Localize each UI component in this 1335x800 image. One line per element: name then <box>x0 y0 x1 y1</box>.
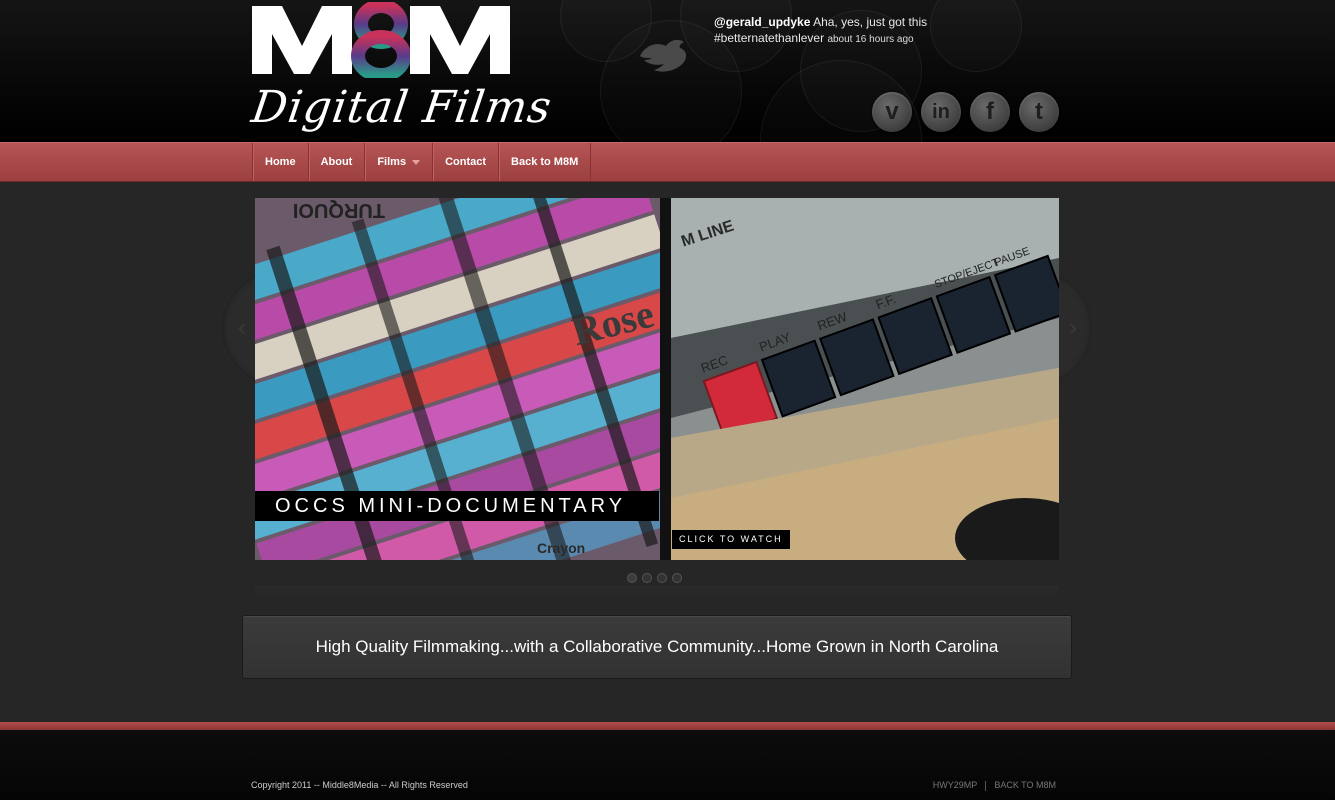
nav-item-back-to-m8m[interactable]: Back to M8M <box>499 143 592 181</box>
site-logo[interactable]: Digital Films <box>248 2 555 133</box>
copyright-text: Copyright 2011 -- Middle8Media -- All Ri… <box>251 780 468 790</box>
footer-link-hwy29mp[interactable]: HWY29MP <box>933 780 978 790</box>
featured-slide[interactable]: TURQUOI Rose Crayon REC PLAY REW F.F. ST… <box>255 198 1059 560</box>
vimeo-icon[interactable]: v <box>872 92 912 132</box>
slider-pagination <box>627 573 682 583</box>
linkedin-icon[interactable]: in <box>921 92 961 132</box>
slide-caption: OCCS MINI-DOCUMENTARY <box>255 491 659 521</box>
nav-item-about[interactable]: About <box>309 143 366 181</box>
click-to-watch-button[interactable]: CLICK TO WATCH <box>672 530 790 549</box>
twitter-glyph: t <box>1035 98 1043 125</box>
tweet-timestamp[interactable]: about 16 hours ago <box>827 34 913 45</box>
main-navbar: Home About Films Contact Back to M8M <box>0 142 1335 182</box>
footer-link-separator <box>985 780 987 791</box>
logo-mark <box>252 2 510 78</box>
main-nav: Home About Films Contact Back to M8M <box>252 143 592 181</box>
slider-dot[interactable] <box>657 573 667 583</box>
footer-links: HWY29MP BACK TO M8M <box>933 780 1056 791</box>
nav-item-films-label: Films <box>377 156 407 168</box>
nav-item-home[interactable]: Home <box>253 143 309 181</box>
dropdown-caret-icon <box>412 159 421 165</box>
footer-accent-bar <box>0 722 1335 730</box>
twitter-icon[interactable]: t <box>1019 92 1059 132</box>
nav-item-contact[interactable]: Contact <box>433 143 500 181</box>
slider-dot[interactable] <box>672 573 682 583</box>
logo-script-text: Digital Films <box>248 82 556 133</box>
slider-dot[interactable] <box>642 573 652 583</box>
twitter-bird-icon <box>640 39 687 72</box>
tweet-user-link[interactable]: @gerald_updyke <box>714 15 810 29</box>
slider-next-arrow-icon[interactable]: › <box>1055 308 1091 348</box>
footer-link-back-to-m8m[interactable]: BACK TO M8M <box>994 780 1056 790</box>
crayon-top-label: TURQUOI <box>293 199 385 221</box>
crayon-bottom-label: Crayon <box>537 540 585 556</box>
linkedin-glyph: in <box>932 101 950 123</box>
slider-dot[interactable] <box>627 573 637 583</box>
vimeo-glyph: v <box>885 98 899 125</box>
facebook-glyph: f <box>986 98 994 125</box>
nav-item-films[interactable]: Films <box>365 143 434 181</box>
latest-tweet: @gerald_updyke Aha, yes, just got this #… <box>714 14 944 48</box>
site-header: Digital Films @gerald_updyke Aha, yes, j… <box>0 0 1335 142</box>
slider-base-shadow <box>255 586 1059 598</box>
facebook-icon[interactable]: f <box>970 92 1010 132</box>
tagline-box: High Quality Filmmaking...with a Collabo… <box>242 615 1072 679</box>
site-footer: Copyright 2011 -- Middle8Media -- All Ri… <box>0 730 1335 800</box>
tagline-text: High Quality Filmmaking...with a Collabo… <box>315 637 999 656</box>
